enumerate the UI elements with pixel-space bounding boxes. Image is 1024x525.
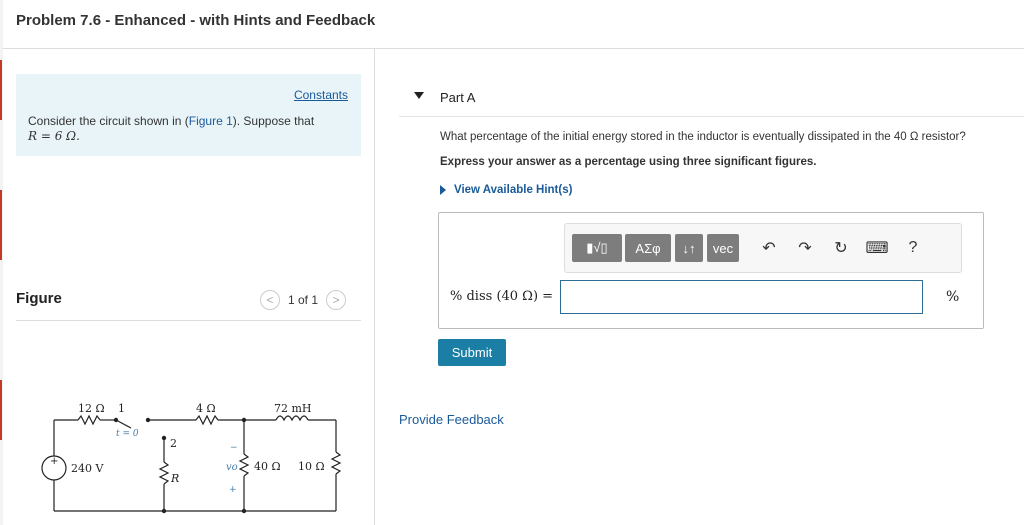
header-divider [3, 48, 1024, 49]
vo-minus: − [230, 443, 238, 453]
resistor-12 [77, 414, 101, 426]
label-12ohm: 12 Ω [78, 402, 105, 415]
column-divider [374, 49, 375, 525]
reset-icon[interactable]: ↻ [829, 236, 853, 260]
figure-link[interactable]: Figure 1 [189, 114, 233, 128]
problem-info-box: Constants Consider the circuit shown in … [16, 74, 361, 156]
resistor-10 [330, 451, 342, 475]
answer-input[interactable] [560, 280, 923, 314]
problem-intro: Consider the circuit shown in (Figure 1)… [28, 114, 348, 144]
view-hints-toggle[interactable]: View Available Hint(s) [440, 184, 572, 196]
answer-unit: % [946, 289, 960, 305]
next-figure-button[interactable]: > [326, 290, 347, 310]
left-edge-strip [0, 0, 3, 525]
answer-panel: ▮√▯ ΑΣφ ↓↑ vec ↶ ↷ ↻ ⌨ ? % diss (40 Ω) =… [438, 212, 984, 329]
prev-figure-button[interactable]: < [260, 290, 280, 310]
label-240v: 240 V [71, 462, 104, 475]
expand-triangle-icon [440, 185, 446, 195]
source-plus: + [50, 456, 58, 467]
label-node1: 1 [118, 402, 125, 415]
intro-text-after: ). Suppose that [232, 114, 315, 128]
edge-mark [0, 380, 2, 440]
greek-symbols-button[interactable]: ΑΣφ [625, 234, 671, 262]
vector-button[interactable]: vec [707, 234, 739, 262]
question-text: What percentage of the initial energy st… [440, 131, 966, 143]
figure-divider [16, 320, 361, 321]
label-vo: vo [226, 462, 238, 473]
intro-text: Consider the circuit shown in ( [28, 114, 189, 128]
constants-link[interactable]: Constants [294, 88, 348, 102]
label-node2: 2 [170, 437, 177, 450]
label-10ohm: 10 Ω [298, 460, 325, 473]
figure-pager: < 1 of 1 > [260, 290, 347, 310]
hints-label: View Available Hint(s) [454, 184, 573, 196]
label-t0: t = 0 [116, 429, 139, 439]
label-r: R [170, 472, 179, 485]
math-toolbar: ▮√▯ ΑΣφ ↓↑ vec ↶ ↷ ↻ ⌨ ? [564, 223, 962, 273]
collapse-caret-icon[interactable] [414, 92, 424, 99]
circuit-diagram: 12 Ω 1 t = 0 2 4 Ω 72 mH + 240 V R − vo … [41, 402, 342, 514]
vo-plus: + [229, 485, 237, 495]
submit-button[interactable]: Submit [438, 339, 506, 366]
label-4ohm: 4 Ω [196, 402, 216, 415]
subscript-superscript-button[interactable]: ↓↑ [675, 234, 703, 262]
resistor-r [158, 461, 170, 485]
label-40ohm: 40 Ω [254, 460, 281, 473]
undo-icon[interactable]: ↶ [757, 236, 781, 260]
figure-page-indicator: 1 of 1 [288, 293, 319, 307]
resistor-40 [238, 453, 250, 477]
keyboard-icon[interactable]: ⌨ [865, 236, 889, 260]
figure-heading: Figure [16, 290, 62, 307]
edge-mark [0, 190, 2, 260]
inductor-72mh [275, 415, 309, 422]
part-a-divider [399, 116, 1024, 117]
help-icon[interactable]: ? [901, 236, 925, 260]
resistor-4 [195, 414, 219, 426]
switch-blade [115, 419, 132, 429]
label-72mh: 72 mH [274, 402, 312, 415]
edge-mark [0, 60, 2, 120]
provide-feedback-link[interactable]: Provide Feedback [399, 412, 504, 427]
part-a-title: Part A [440, 90, 476, 105]
answer-label: % diss (40 Ω) = [450, 289, 554, 304]
answer-instructions: Express your answer as a percentage usin… [440, 156, 817, 168]
redo-icon[interactable]: ↷ [793, 236, 817, 260]
resistance-value: R = 6 Ω. [28, 129, 80, 143]
templates-button[interactable]: ▮√▯ [572, 234, 622, 262]
page-title: Problem 7.6 - Enhanced - with Hints and … [16, 12, 376, 29]
